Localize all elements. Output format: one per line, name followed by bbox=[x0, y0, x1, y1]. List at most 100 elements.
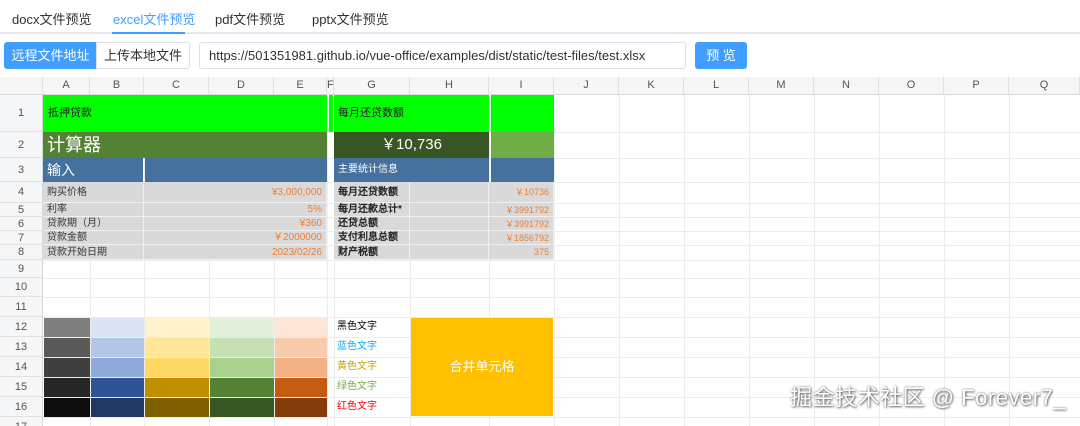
input-value[interactable]: ￥2000000 bbox=[144, 231, 327, 245]
palette-swatch[interactable] bbox=[210, 338, 274, 357]
row-header[interactable]: 16 bbox=[0, 397, 43, 417]
input-label[interactable]: 贷款金额 bbox=[43, 231, 144, 245]
monthly-payment-title-cell[interactable]: 每月还贷数额 bbox=[334, 95, 489, 132]
palette-swatch[interactable] bbox=[145, 378, 209, 397]
row-header[interactable]: 8 bbox=[0, 245, 43, 260]
stats-blank-cell[interactable] bbox=[410, 203, 489, 217]
row-header[interactable]: 11 bbox=[0, 297, 43, 317]
palette-swatch[interactable] bbox=[44, 398, 90, 417]
remote-url-button[interactable]: 远程文件地址 bbox=[4, 42, 97, 69]
column-header[interactable]: M bbox=[749, 77, 814, 95]
tab-pdf[interactable]: pdf文件预览 bbox=[215, 9, 285, 34]
column-header[interactable]: E bbox=[274, 77, 327, 95]
column-header[interactable]: A bbox=[43, 77, 90, 95]
input-label[interactable]: 利率 bbox=[43, 203, 144, 217]
stats-value[interactable]: 375 bbox=[489, 245, 554, 260]
tab-docx[interactable]: docx文件预览 bbox=[12, 9, 91, 34]
stats-blank-cell[interactable] bbox=[410, 245, 489, 260]
palette-swatch[interactable] bbox=[275, 338, 327, 357]
palette-swatch[interactable] bbox=[44, 378, 90, 397]
merged-cell[interactable]: 合并单元格 bbox=[411, 318, 553, 416]
row-header[interactable]: 3 bbox=[0, 158, 43, 182]
input-label[interactable]: 贷款开始日期 bbox=[43, 245, 144, 260]
url-input[interactable] bbox=[199, 42, 686, 69]
stats-label[interactable]: 支付利息总额 bbox=[334, 231, 410, 245]
palette-swatch[interactable] bbox=[275, 378, 327, 397]
stats-value[interactable]: ￥10736 bbox=[489, 182, 554, 203]
row-header[interactable]: 4 bbox=[0, 182, 43, 203]
palette-swatch[interactable] bbox=[44, 338, 90, 357]
color-text-cell[interactable]: 黑色文字 bbox=[337, 317, 409, 337]
palette-swatch[interactable] bbox=[91, 338, 144, 357]
stats-blank-cell[interactable] bbox=[410, 217, 489, 231]
palette-swatch[interactable] bbox=[145, 398, 209, 417]
column-header[interactable]: C bbox=[144, 77, 209, 95]
upload-local-file-button[interactable]: 上传本地文件 bbox=[96, 42, 190, 69]
row-header[interactable]: 6 bbox=[0, 217, 43, 231]
palette-swatch[interactable] bbox=[91, 358, 144, 377]
palette-swatch[interactable] bbox=[91, 318, 144, 337]
input-value[interactable]: 2023/02/26 bbox=[144, 245, 327, 260]
palette-swatch[interactable] bbox=[44, 358, 90, 377]
color-text-cell[interactable]: 红色文字 bbox=[337, 397, 409, 417]
row-header[interactable]: 14 bbox=[0, 357, 43, 377]
column-header[interactable]: F bbox=[327, 77, 334, 95]
column-header[interactable]: I bbox=[489, 77, 554, 95]
column-header[interactable]: B bbox=[90, 77, 144, 95]
row-header[interactable]: 12 bbox=[0, 317, 43, 337]
stats-value[interactable]: ￥3991792 bbox=[489, 217, 554, 231]
row-header[interactable]: 7 bbox=[0, 231, 43, 245]
palette-swatch[interactable] bbox=[210, 398, 274, 417]
column-header[interactable]: Q bbox=[1009, 77, 1080, 95]
row-header[interactable]: 5 bbox=[0, 203, 43, 217]
palette-swatch[interactable] bbox=[210, 378, 274, 397]
stats-blank-cell[interactable] bbox=[410, 231, 489, 245]
input-label[interactable]: 购买价格 bbox=[43, 182, 144, 203]
tab-pptx[interactable]: pptx文件预览 bbox=[312, 9, 389, 34]
palette-swatch[interactable] bbox=[91, 398, 144, 417]
tab-excel[interactable]: excel文件预览 bbox=[113, 9, 195, 34]
column-header[interactable]: L bbox=[684, 77, 749, 95]
row-header[interactable]: 17 bbox=[0, 417, 43, 426]
row-header[interactable]: 2 bbox=[0, 132, 43, 158]
stats-section-header[interactable]: 主要统计信息 bbox=[334, 158, 489, 182]
calculator-title-cell[interactable]: 计算器 bbox=[43, 132, 327, 158]
palette-swatch[interactable] bbox=[210, 318, 274, 337]
color-text-cell[interactable]: 绿色文字 bbox=[337, 377, 409, 397]
stats-blank-cell[interactable] bbox=[410, 182, 489, 203]
stats-value[interactable]: ￥1856792 bbox=[489, 231, 554, 245]
column-header[interactable]: J bbox=[554, 77, 619, 95]
palette-swatch[interactable] bbox=[210, 358, 274, 377]
column-header[interactable]: O bbox=[879, 77, 944, 95]
palette-swatch[interactable] bbox=[145, 318, 209, 337]
column-header[interactable]: D bbox=[209, 77, 274, 95]
stats-label[interactable]: 财产税额 bbox=[334, 245, 410, 260]
color-text-cell[interactable]: 黄色文字 bbox=[337, 357, 409, 377]
column-header[interactable]: G bbox=[334, 77, 410, 95]
row-header[interactable]: 9 bbox=[0, 260, 43, 278]
preview-button[interactable]: 预 览 bbox=[695, 42, 747, 69]
mortgage-title-cell[interactable]: 抵押贷款 bbox=[43, 95, 327, 132]
row-header[interactable]: 1 bbox=[0, 95, 43, 132]
color-text-cell[interactable]: 蓝色文字 bbox=[337, 337, 409, 357]
palette-swatch[interactable] bbox=[44, 318, 90, 337]
row-header[interactable]: 10 bbox=[0, 278, 43, 297]
row-header[interactable]: 15 bbox=[0, 377, 43, 397]
stats-label[interactable]: 每月还贷数额 bbox=[334, 182, 410, 203]
input-label[interactable]: 贷款期（月） bbox=[43, 217, 144, 231]
palette-swatch[interactable] bbox=[91, 378, 144, 397]
column-header[interactable]: P bbox=[944, 77, 1009, 95]
row-header[interactable]: 13 bbox=[0, 337, 43, 357]
column-header[interactable]: K bbox=[619, 77, 684, 95]
column-header[interactable]: H bbox=[410, 77, 489, 95]
monthly-amount-cell[interactable]: ￥10,736 bbox=[334, 132, 489, 158]
stats-label[interactable]: 每月还款总计* bbox=[334, 203, 410, 217]
palette-swatch[interactable] bbox=[275, 398, 327, 417]
input-section-header[interactable]: 输入 bbox=[43, 158, 143, 182]
stats-label[interactable]: 还贷总额 bbox=[334, 217, 410, 231]
palette-swatch[interactable] bbox=[145, 358, 209, 377]
palette-swatch[interactable] bbox=[145, 338, 209, 357]
input-value[interactable]: ¥3,000,000 bbox=[144, 182, 327, 203]
palette-swatch[interactable] bbox=[275, 358, 327, 377]
input-value[interactable]: 5% bbox=[144, 203, 327, 217]
